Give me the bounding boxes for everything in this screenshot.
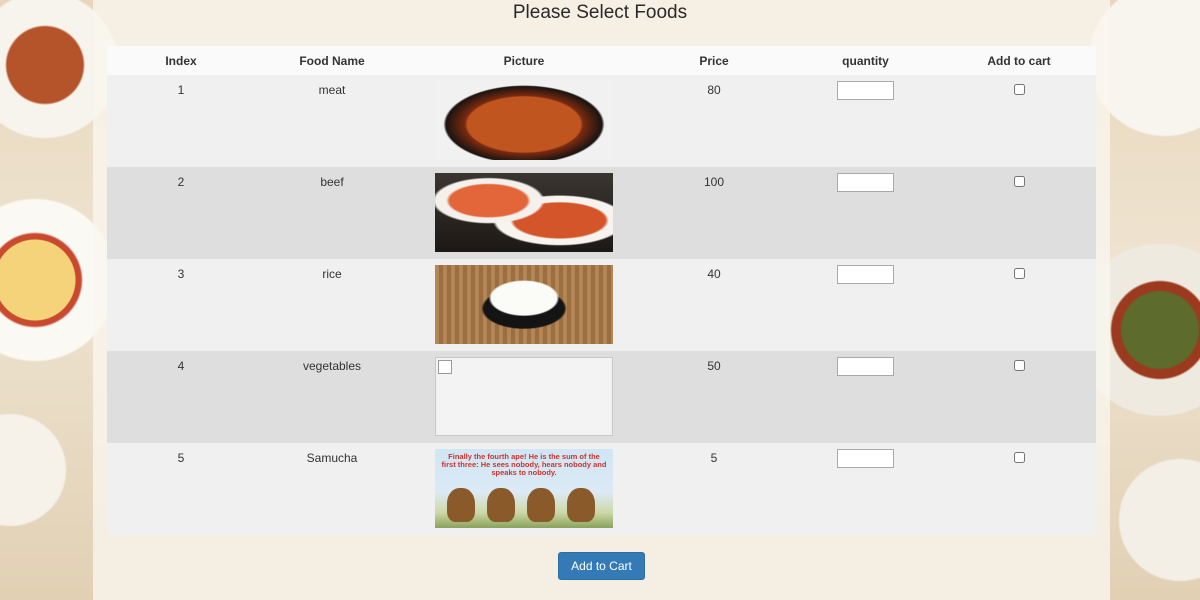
broken-image-placeholder [435,357,613,436]
monkey-figure [487,488,515,522]
food-table: Index Food Name Picture Price quantity A… [107,46,1096,535]
meat-curry-image [435,81,613,160]
table-row: 5 Samucha Finally the fourth ape! He is … [107,443,1096,535]
row-index: 1 [177,83,185,97]
row-food-name: beef [320,175,344,189]
add-to-cart-checkbox[interactable] [1013,84,1025,95]
quantity-input[interactable] [837,173,894,192]
beef-dish-image [435,173,613,252]
quantity-input[interactable] [837,265,894,284]
quantity-input[interactable] [837,81,894,100]
header-add-to-cart: Add to cart [987,53,1051,68]
row-price: 80 [707,83,721,97]
row-price: 5 [710,451,718,465]
rice-bowl-image [435,265,613,344]
row-food-name: meat [318,83,346,97]
row-index: 5 [177,451,185,465]
quantity-input[interactable] [837,449,894,468]
row-price: 100 [703,175,725,189]
add-to-cart-checkbox[interactable] [1013,268,1025,279]
row-food-name: vegetables [302,359,362,373]
table-row: 4 vegetables 50 [107,351,1096,443]
page-title: Please Select Foods [512,2,688,23]
row-price: 50 [707,359,721,373]
monkey-figure [447,488,475,522]
three-monkeys-image: Finally the fourth ape! He is the sum of… [435,449,613,528]
row-index: 4 [177,359,185,373]
add-to-cart-checkbox[interactable] [1013,452,1025,463]
header-picture: Picture [503,53,545,68]
header-index: Index [165,53,197,68]
header-quantity: quantity [842,53,889,68]
quantity-input[interactable] [837,357,894,376]
header-price: Price [699,53,729,68]
meme-caption: Finally the fourth ape! He is the sum of… [441,452,607,477]
header-food-name: Food Name [299,53,365,68]
add-to-cart-checkbox[interactable] [1013,176,1025,187]
row-index: 2 [177,175,185,189]
row-index: 3 [177,267,185,281]
row-food-name: Samucha [306,451,358,465]
table-row: 1 meat 80 [107,75,1096,167]
table-row: 3 rice 40 [107,259,1096,351]
monkey-figure [567,488,595,522]
row-food-name: rice [322,267,342,281]
row-price: 40 [707,267,721,281]
monkey-figure [527,488,555,522]
add-to-cart-checkbox[interactable] [1013,360,1025,371]
table-header-row: Index Food Name Picture Price quantity A… [107,46,1096,75]
table-row: 2 beef 100 [107,167,1096,259]
broken-image-icon [438,360,452,374]
add-to-cart-button[interactable]: Add to Cart [558,552,645,580]
